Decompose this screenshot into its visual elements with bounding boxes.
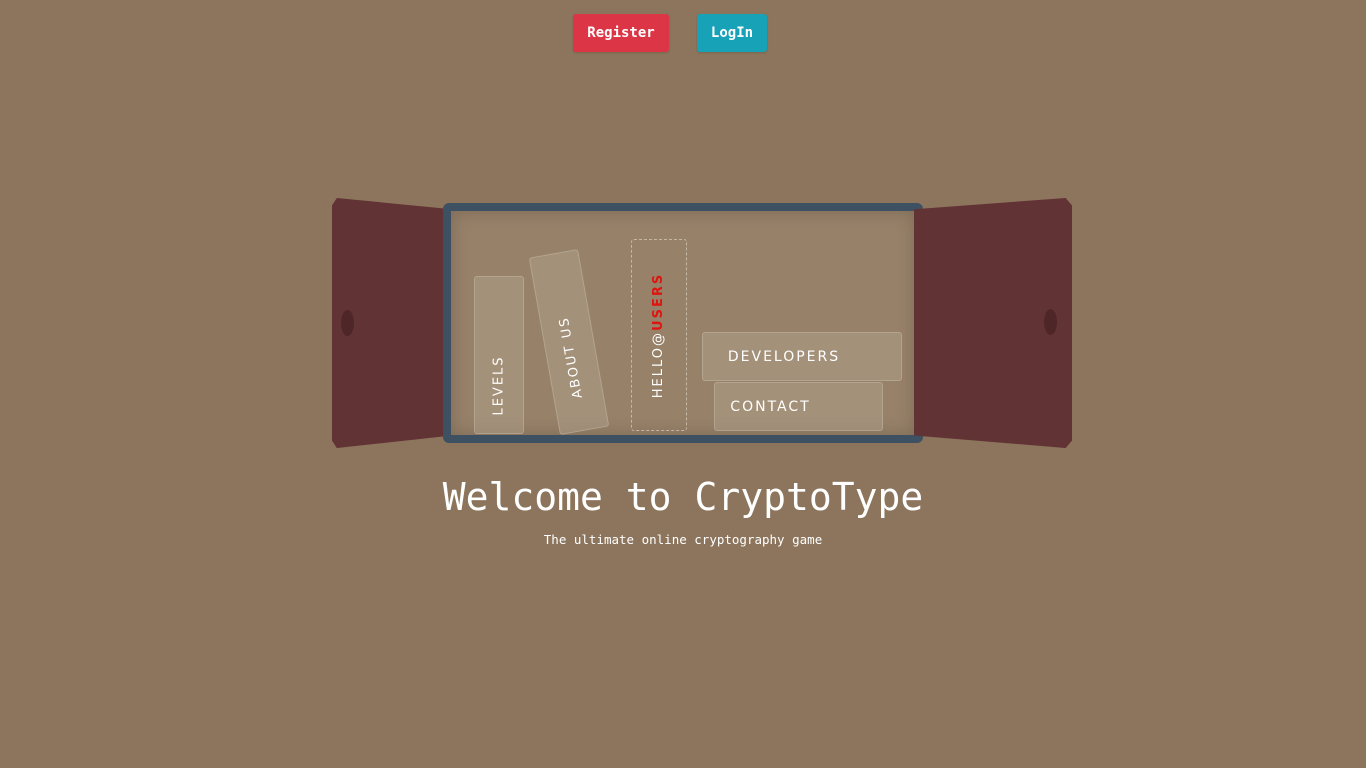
- book-levels[interactable]: LEVELS: [474, 276, 524, 434]
- hello-prefix: HELLO@: [651, 330, 667, 398]
- page-title: Welcome to CryptoType: [442, 475, 924, 519]
- login-button[interactable]: LogIn: [697, 14, 767, 52]
- book-about-label: ABOUT US: [557, 314, 587, 400]
- book-hello-users[interactable]: HELLO@USERS: [631, 239, 687, 431]
- page-subtitle: The ultimate online cryptography game: [543, 532, 823, 547]
- book-levels-label: LEVELS: [491, 354, 507, 416]
- door-knob-left: [341, 310, 354, 336]
- book-developers-label: DEVELOPERS: [727, 348, 841, 365]
- hello-users-highlight: USERS: [651, 272, 667, 331]
- door-knob-right: [1044, 309, 1057, 335]
- page: Register LogIn LEVELS ABOUT US HELLO@USE…: [0, 0, 1366, 768]
- register-button[interactable]: Register: [573, 14, 669, 52]
- book-contact[interactable]: CONTACT: [714, 382, 883, 431]
- book-hello-label: HELLO@USERS: [652, 272, 667, 397]
- book-developers[interactable]: DEVELOPERS: [702, 332, 902, 381]
- book-contact-label: CONTACT: [730, 398, 811, 415]
